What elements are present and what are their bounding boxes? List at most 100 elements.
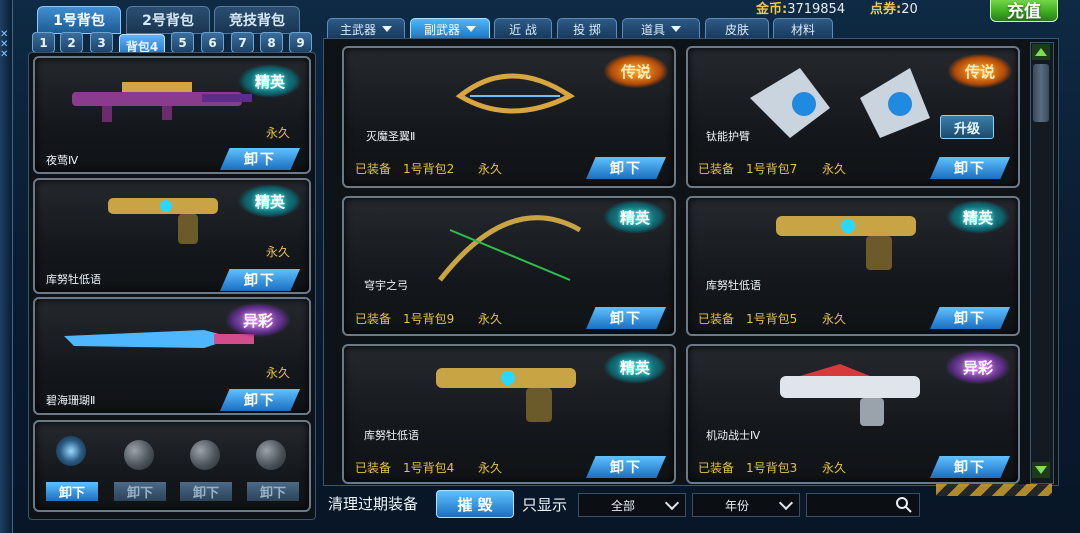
- badge-exotic: 异彩: [226, 303, 290, 337]
- duration-text: 永久: [266, 245, 291, 259]
- item-name: 库努牡低语: [706, 279, 761, 292]
- gold-value: 3719854: [787, 2, 846, 17]
- badge-elite: 精英: [603, 200, 667, 234]
- equipped-status: 已装备: [698, 461, 735, 475]
- filter-type-value: 全部: [610, 498, 635, 513]
- unequip-button[interactable]: 卸下: [46, 482, 98, 501]
- weapon-image-pistol: [108, 198, 218, 244]
- tab-main-weapon[interactable]: 主武器: [327, 18, 405, 40]
- duration-text: 永久: [822, 162, 847, 176]
- equipped-status: 已装备: [698, 312, 735, 326]
- item-name: 灭魔圣翼Ⅱ: [366, 130, 416, 143]
- badge-legend: 传说: [604, 54, 668, 88]
- unequip-button[interactable]: 卸下: [220, 269, 300, 291]
- chevron-down-icon: [664, 495, 680, 511]
- tab-melee[interactable]: 近 战: [494, 18, 552, 40]
- bag-number-tab-2[interactable]: 2: [60, 32, 83, 53]
- tab-bag-2[interactable]: 2号背包: [126, 6, 210, 34]
- unequip-button-disabled: 卸下: [247, 482, 299, 501]
- bag-number-tab-7[interactable]: 7: [231, 32, 254, 53]
- duration-text: 永久: [822, 461, 847, 475]
- tab-skins[interactable]: 皮肤: [705, 18, 769, 40]
- badge-legend: 传说: [948, 54, 1012, 88]
- item-name: 夜莺Ⅳ: [46, 154, 79, 167]
- badge-elite: 精英: [603, 350, 667, 384]
- duration-text: 永久: [266, 366, 291, 380]
- unequip-button-disabled: 卸下: [180, 482, 232, 501]
- clear-expired-label: 清理过期装备: [328, 495, 419, 513]
- scroll-up-arrow-icon[interactable]: [1032, 44, 1050, 60]
- bag-location: 1号背包4: [403, 461, 455, 475]
- item-name: 钛能护臂: [706, 130, 750, 143]
- search-icon[interactable]: [895, 496, 913, 514]
- duration-text: 永久: [478, 461, 503, 475]
- only-show-label: 只显示: [522, 496, 568, 514]
- left-edge-icon: ✕ ✕ ✕: [0, 29, 9, 60]
- equipped-status: 已装备: [355, 312, 392, 326]
- upgrade-button[interactable]: 升级: [940, 115, 994, 139]
- weapon-image-bow: [438, 215, 582, 282]
- weapon-image-bow: [455, 73, 575, 114]
- badge-elite: 精英: [238, 184, 302, 218]
- unequip-button[interactable]: 卸下: [586, 307, 666, 329]
- bag-number-tab-3[interactable]: 3: [90, 32, 113, 53]
- chevron-down-icon: [778, 495, 794, 511]
- tab-bag-1[interactable]: 1号背包: [37, 6, 121, 34]
- bag-number-tab-8[interactable]: 8: [260, 32, 283, 53]
- bag-location: 1号背包2: [403, 162, 455, 176]
- tab-main-weapon-label: 主武器: [339, 22, 376, 37]
- unequip-button[interactable]: 卸下: [586, 157, 666, 179]
- filter-year-select[interactable]: 年份: [692, 493, 800, 517]
- dropdown-arrow-icon: [671, 26, 681, 32]
- bag-number-tab-5[interactable]: 5: [171, 32, 194, 53]
- weapon-image-mech-gun: [780, 364, 920, 426]
- tab-secondary-weapon-label: 副武器: [423, 22, 460, 37]
- tab-secondary-weapon[interactable]: 副武器: [410, 18, 490, 40]
- bag-location: 1号背包5: [746, 312, 798, 326]
- badge-exotic: 异彩: [946, 350, 1010, 384]
- tab-items-label: 道具: [640, 22, 665, 37]
- duration-text: 永久: [478, 162, 503, 176]
- grenade-icon: [56, 436, 86, 466]
- weapon-image-pistol: [776, 216, 916, 270]
- item-name: 穹宇之弓: [364, 279, 408, 292]
- unequip-button[interactable]: 卸下: [930, 157, 1010, 179]
- bag-number-tab-9[interactable]: 9: [289, 32, 312, 53]
- unequip-button[interactable]: 卸下: [220, 389, 300, 411]
- badge-elite: 精英: [946, 200, 1010, 234]
- badge-elite: 精英: [238, 64, 302, 98]
- dropdown-arrow-icon: [466, 26, 476, 32]
- unequip-button[interactable]: 卸下: [220, 148, 300, 170]
- duration-text: 永久: [266, 126, 291, 140]
- equipped-status: 已装备: [355, 162, 392, 176]
- bag-number-tab-1[interactable]: 1: [32, 32, 55, 53]
- tab-items[interactable]: 道具: [622, 18, 700, 40]
- tab-bag-arena[interactable]: 竞技背包: [214, 6, 300, 34]
- filter-type-select[interactable]: 全部: [578, 493, 686, 517]
- unequip-button[interactable]: 卸下: [930, 456, 1010, 478]
- bag-location: 1号背包3: [746, 461, 798, 475]
- up-triangle-icon: [1035, 48, 1047, 56]
- unequip-button[interactable]: 卸下: [586, 456, 666, 478]
- unequip-button-disabled: 卸下: [114, 482, 166, 501]
- down-triangle-icon: [1035, 466, 1047, 474]
- weapon-image-nightingale: [72, 82, 252, 122]
- equipped-status: 已装备: [355, 461, 392, 475]
- grenade-icon: [124, 440, 154, 470]
- scroll-thumb[interactable]: [1033, 64, 1049, 122]
- grenade-icon: [190, 440, 220, 470]
- tab-materials[interactable]: 材料: [773, 18, 833, 40]
- gold-display: 金币:3719854: [756, 0, 845, 17]
- scroll-down-arrow-icon[interactable]: [1032, 462, 1050, 478]
- recharge-button[interactable]: 充值: [990, 0, 1058, 22]
- gold-label: 金币:: [756, 2, 788, 17]
- bag-location: 1号背包7: [746, 162, 798, 176]
- duration-text: 永久: [822, 312, 847, 326]
- bag-number-tab-6[interactable]: 6: [201, 32, 224, 53]
- unequip-button[interactable]: 卸下: [930, 307, 1010, 329]
- tab-throw[interactable]: 投 掷: [557, 18, 617, 40]
- destroy-button[interactable]: 摧 毁: [436, 490, 514, 518]
- search-input[interactable]: [806, 493, 920, 517]
- item-name: 碧海珊瑚Ⅱ: [46, 394, 96, 407]
- weapon-image-armguard: [750, 68, 930, 138]
